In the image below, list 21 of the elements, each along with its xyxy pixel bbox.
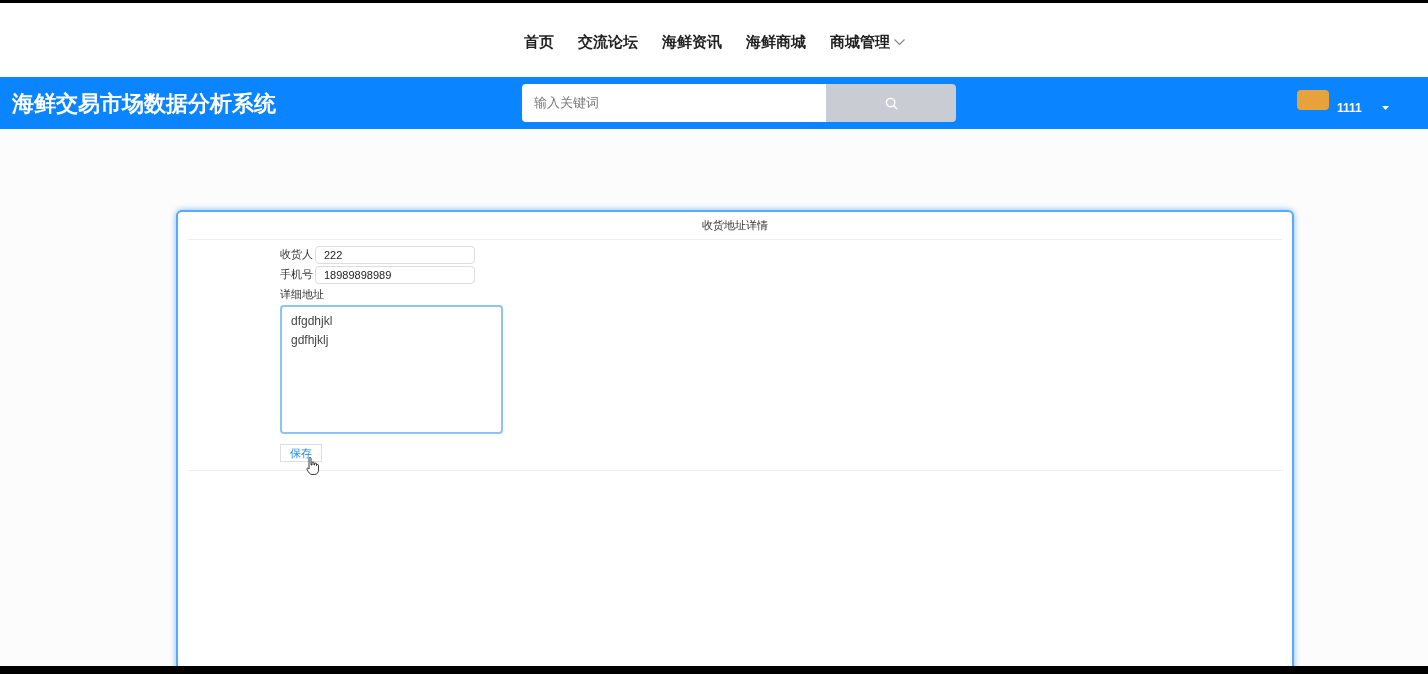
field-label: 手机号 — [280, 267, 313, 283]
nav-link[interactable]: 首页 — [523, 30, 554, 54]
input-field[interactable]: 18989898989 — [315, 265, 475, 284]
address-textarea[interactable]: dfgdhjkl gdfhjklj — [280, 305, 503, 434]
nav-link[interactable]: 交流论坛 — [577, 30, 638, 54]
field-label: 详细地址 — [280, 286, 325, 302]
avatar[interactable] — [1297, 90, 1329, 110]
field-label: 收货人 — [280, 247, 313, 263]
search-field[interactable]: 输入关键词 — [522, 84, 826, 122]
nav-link[interactable]: 商城管理 — [829, 30, 905, 54]
nav-link[interactable]: 海鲜资讯 — [661, 30, 722, 54]
card-title: 收货地址详情 — [188, 212, 1282, 240]
search-button[interactable] — [826, 84, 956, 122]
site-title: 海鲜交易市场数据分析系统 — [12, 89, 277, 118]
save-button[interactable]: 保存 — [280, 444, 322, 462]
caret-icon[interactable] — [1381, 106, 1389, 110]
hand-cursor-icon — [306, 457, 319, 475]
search-icon — [884, 96, 898, 110]
nav-link[interactable]: 海鲜商城 — [745, 30, 806, 54]
user-name[interactable]: 1111 — [1337, 99, 1362, 117]
input-field[interactable]: 222 — [315, 245, 475, 264]
